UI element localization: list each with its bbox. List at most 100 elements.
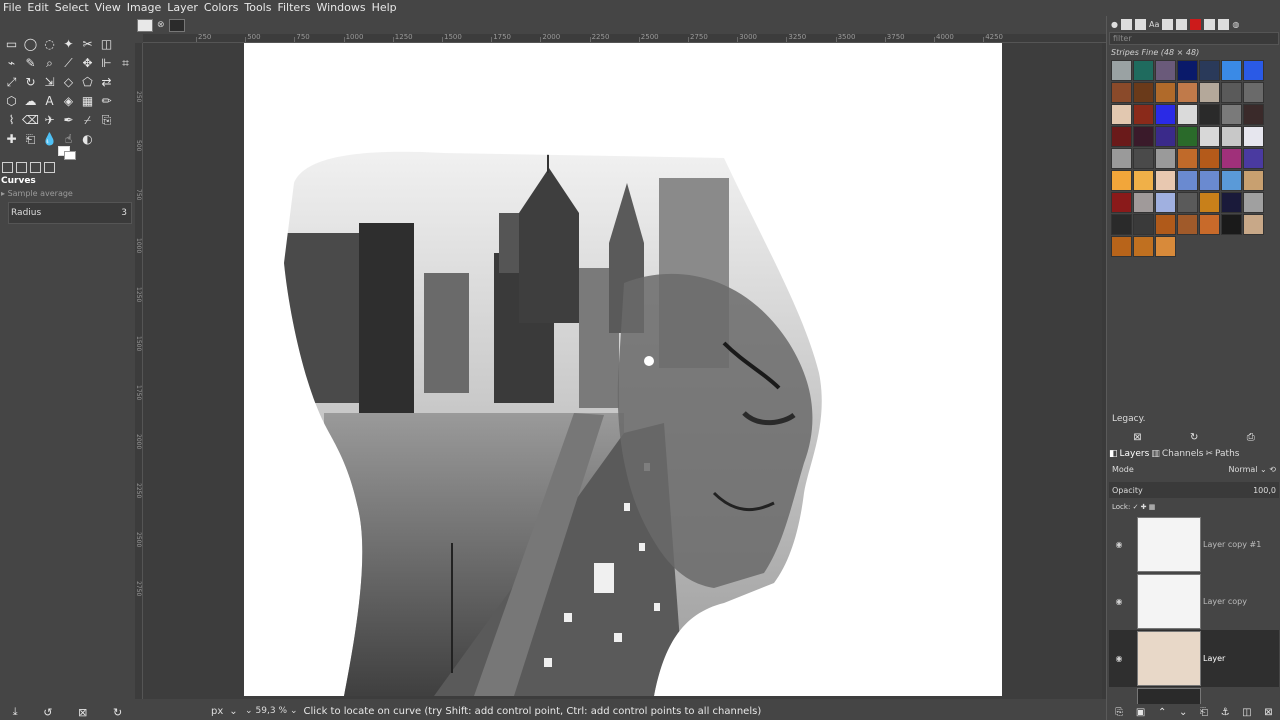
flip-icon[interactable]: ⇄	[97, 72, 116, 91]
pattern-swatch[interactable]	[1177, 148, 1198, 169]
text-icon[interactable]: A	[40, 91, 59, 110]
visibility-eye-icon[interactable]: ◉	[1109, 597, 1129, 606]
airbrush-icon[interactable]: ✈	[40, 110, 59, 129]
blur-icon[interactable]: 💧	[40, 129, 59, 148]
sample-average-toggle[interactable]: ▸ Sample average	[1, 189, 73, 198]
pattern-swatch[interactable]	[1243, 104, 1264, 125]
tool-presets-tab[interactable]	[1218, 18, 1230, 30]
blend-icon[interactable]: ▦	[78, 91, 97, 110]
pattern-swatch[interactable]	[1243, 148, 1264, 169]
pattern-swatch[interactable]	[1199, 126, 1220, 147]
layer-row[interactable]: ◉ Layer copy	[1109, 573, 1279, 630]
unified-transform-icon[interactable]: ⤢	[2, 72, 21, 91]
color-picker-icon[interactable]: ✎	[21, 53, 40, 72]
pattern-swatch[interactable]	[1155, 82, 1176, 103]
delete-layer-icon[interactable]: ⊠	[1264, 707, 1272, 718]
new-layer-icon[interactable]: ⎘	[1115, 707, 1123, 718]
pattern-swatch[interactable]	[1111, 82, 1132, 103]
pattern-swatch[interactable]	[1199, 148, 1220, 169]
reset-options-icon[interactable]: ↻	[113, 706, 122, 719]
heal-icon[interactable]: ✚	[2, 129, 21, 148]
colors-tab[interactable]	[1190, 18, 1202, 30]
shear-icon[interactable]: ◇	[59, 72, 78, 91]
menu-select[interactable]: Select	[52, 0, 92, 16]
pattern-swatch[interactable]	[1221, 192, 1242, 213]
new-layer-group-icon[interactable]: ▣	[1136, 707, 1145, 718]
menu-file[interactable]: File	[0, 0, 24, 16]
pattern-swatch[interactable]	[1221, 170, 1242, 191]
fuzzy-select-icon[interactable]: ✦	[59, 34, 78, 53]
image-canvas[interactable]	[244, 43, 1002, 696]
palettes-tab[interactable]	[1162, 18, 1174, 30]
pattern-swatch[interactable]	[1221, 104, 1242, 125]
menu-colors[interactable]: Colors	[201, 0, 241, 16]
pattern-swatch[interactable]	[1199, 60, 1220, 81]
pattern-swatch[interactable]	[1177, 126, 1198, 147]
image-tab-2[interactable]	[168, 18, 185, 32]
save-options-icon[interactable]: ⤓	[13, 705, 18, 719]
pattern-swatch[interactable]	[1111, 170, 1132, 191]
menu-image[interactable]: Image	[124, 0, 164, 16]
pattern-swatch[interactable]	[1111, 214, 1132, 235]
clone-icon[interactable]: ⎘	[97, 110, 116, 129]
pattern-swatch[interactable]	[1199, 192, 1220, 213]
images-tab[interactable]	[44, 162, 55, 173]
pattern-swatch[interactable]	[1133, 214, 1154, 235]
mask-icon[interactable]: ◫	[1242, 707, 1251, 718]
pattern-swatch[interactable]	[1177, 214, 1198, 235]
tab-channels[interactable]: ▥ Channels	[1151, 449, 1203, 459]
menu-help[interactable]: Help	[369, 0, 400, 16]
zoom-select[interactable]: ⌄ 59,3 % ⌄	[245, 704, 298, 719]
pattern-swatch[interactable]	[1155, 236, 1176, 257]
menu-edit[interactable]: Edit	[24, 0, 51, 16]
scissors-select-icon[interactable]: ✂	[78, 34, 97, 53]
pattern-swatch[interactable]	[1133, 60, 1154, 81]
pattern-swatch[interactable]	[1155, 148, 1176, 169]
zoom-icon[interactable]: ⌕	[40, 53, 59, 72]
pattern-swatch[interactable]	[1221, 126, 1242, 147]
pattern-swatch[interactable]	[1155, 214, 1176, 235]
tab-layers[interactable]: ◧ Layers	[1109, 449, 1149, 459]
menu-tools[interactable]: Tools	[241, 0, 274, 16]
pattern-swatch[interactable]	[1133, 236, 1154, 257]
pattern-swatch[interactable]	[1177, 60, 1198, 81]
pattern-swatch[interactable]	[1199, 170, 1220, 191]
pattern-swatch[interactable]	[1133, 170, 1154, 191]
pattern-swatch[interactable]	[1111, 192, 1132, 213]
layer-row[interactable]: ◉	[1109, 687, 1279, 704]
layer-name[interactable]: Layer	[1203, 654, 1225, 663]
paths-icon[interactable]: ⌁	[2, 53, 21, 72]
pattern-swatch[interactable]	[1155, 104, 1176, 125]
gradients-tab[interactable]	[1134, 18, 1146, 30]
lower-layer-icon[interactable]: ⌄	[1179, 707, 1187, 718]
layer-name[interactable]: Layer copy #1	[1203, 540, 1261, 549]
pattern-swatch[interactable]	[1221, 148, 1242, 169]
fonts-tab-icon[interactable]: Aa	[1149, 20, 1159, 29]
brushes-tab-icon[interactable]: ●	[1111, 20, 1118, 29]
undo-history-tab[interactable]	[30, 162, 41, 173]
globe-icon[interactable]: ◍	[1232, 20, 1239, 29]
layer-row[interactable]: ◉ Layer copy #1	[1109, 516, 1279, 573]
pattern-swatch[interactable]	[1155, 192, 1176, 213]
document-history-tab[interactable]	[1176, 18, 1188, 30]
pattern-swatch[interactable]	[1199, 104, 1220, 125]
pencil-icon[interactable]: ✏	[97, 91, 116, 110]
visibility-eye-icon[interactable]: ◉	[1109, 540, 1129, 549]
pattern-swatch[interactable]	[1221, 82, 1242, 103]
radius-spinner[interactable]: Radius 3	[8, 202, 132, 224]
pattern-swatch[interactable]	[1199, 82, 1220, 103]
pattern-filter-input[interactable]: filter	[1109, 32, 1279, 45]
delete-pattern-icon[interactable]: ⊠	[1133, 432, 1141, 443]
pattern-swatch[interactable]	[1133, 126, 1154, 147]
align-icon[interactable]: ⊩	[97, 53, 116, 72]
pattern-swatch[interactable]	[1243, 60, 1264, 81]
patterns-tab[interactable]	[1120, 18, 1132, 30]
warp-icon[interactable]: ☁	[21, 91, 40, 110]
lock-pixels-icon[interactable]: ✓	[1133, 503, 1139, 511]
delete-options-icon[interactable]: ⊠	[78, 706, 87, 719]
pattern-swatch[interactable]	[1221, 60, 1242, 81]
tool-options-tab[interactable]	[2, 162, 13, 173]
device-status-tab[interactable]	[16, 162, 27, 173]
rect-select-icon[interactable]: ▭	[2, 34, 21, 53]
pattern-swatch[interactable]	[1155, 170, 1176, 191]
